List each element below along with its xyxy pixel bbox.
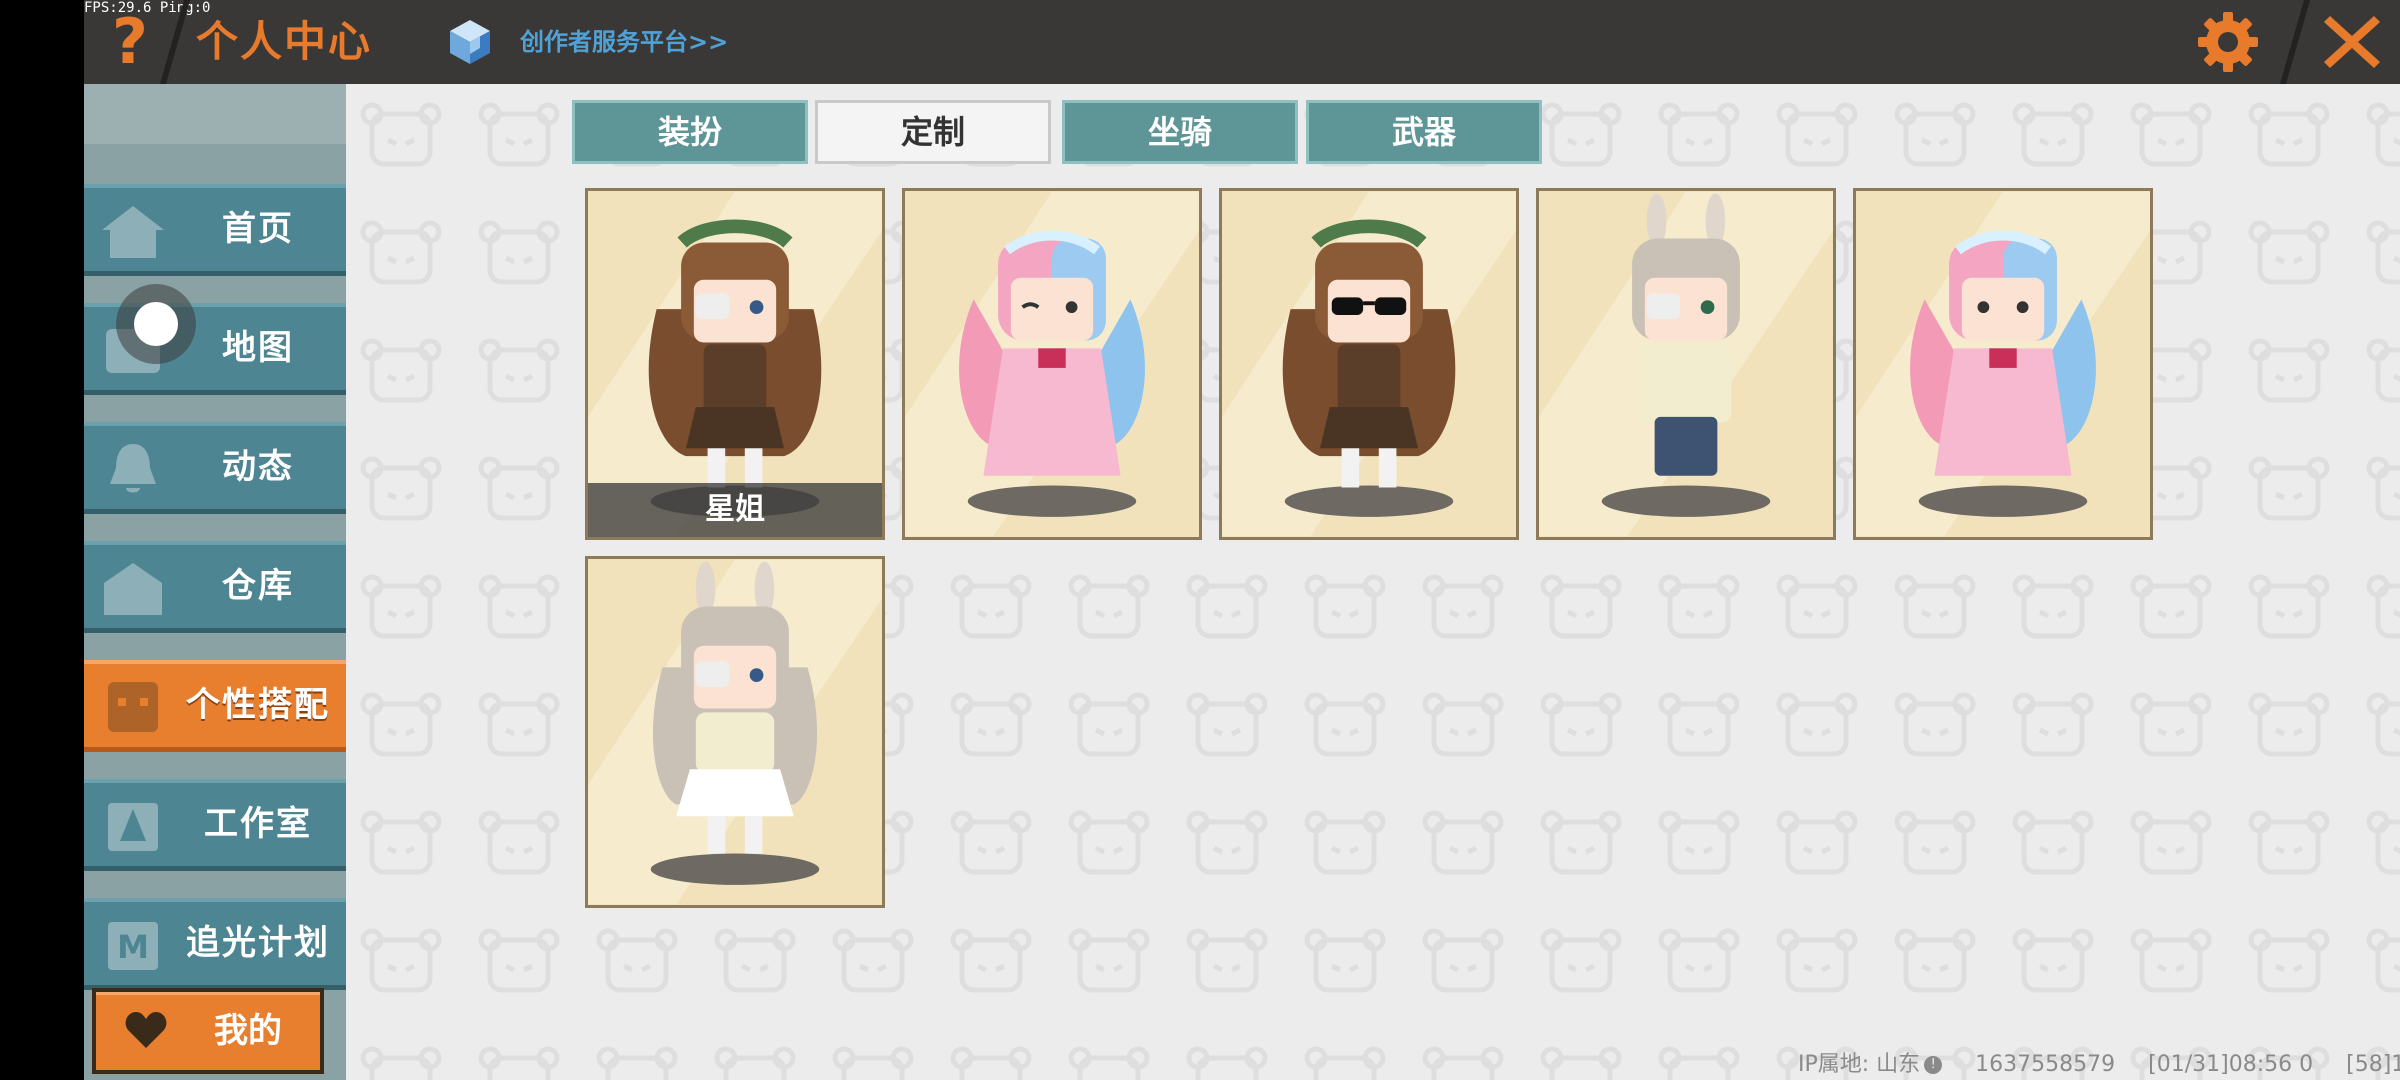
warehouse-icon	[104, 563, 162, 615]
status-footer: IP属地: 山东! 1637558579 [01/31]08:56 0 [58]…	[1798, 1050, 2400, 1080]
sidebar-item-label: 地图	[222, 328, 294, 368]
tab-mount[interactable]: 坐骑	[1062, 100, 1298, 164]
sidebar-item-label: 追光计划	[186, 923, 330, 963]
sidebar-item-outfit[interactable]: 个性搭配	[84, 660, 346, 752]
user-id: 1637558579	[1975, 1052, 2116, 1077]
sidebar-item-spotlight[interactable]: M 追光计划	[84, 898, 346, 990]
sidebar-item-label: 仓库	[222, 566, 294, 606]
sidebar-item-label: 工作室	[204, 804, 312, 844]
sidebar-header	[84, 84, 346, 144]
character-preview	[1282, 219, 1456, 517]
outfit-card[interactable]	[1219, 188, 1519, 540]
mine-label: 我的	[214, 1011, 282, 1051]
sidebar-item-label: 首页	[222, 209, 294, 249]
outfit-card[interactable]	[585, 556, 885, 908]
top-bar	[84, 0, 2400, 84]
mine-button[interactable]: 我的	[92, 988, 324, 1074]
sidebar-item-label: 个性搭配	[186, 685, 330, 725]
character-preview	[959, 230, 1145, 517]
character-preview	[1910, 230, 2096, 517]
svg-text:M: M	[117, 928, 149, 966]
sidebar-item-home[interactable]: 首页	[84, 184, 346, 276]
avatar-icon	[108, 682, 158, 732]
sidebar-item-warehouse[interactable]: 仓库	[84, 541, 346, 633]
page-title: 个人中心	[196, 17, 373, 66]
sidebar-item-feed[interactable]: 动态	[84, 422, 346, 514]
spotlight-icon: M	[108, 922, 158, 970]
question-icon[interactable]: ?	[100, 6, 160, 78]
outfit-name: 星姐	[588, 483, 882, 537]
floating-control-knob	[134, 302, 178, 346]
character-preview	[1601, 193, 1771, 517]
outfit-card[interactable]	[1536, 188, 1836, 540]
gear-icon[interactable]	[2194, 8, 2262, 76]
cube-icon[interactable]	[444, 16, 496, 68]
character-preview	[650, 561, 820, 885]
studio-icon	[108, 803, 158, 851]
close-icon[interactable]	[2318, 8, 2386, 76]
floating-control-button[interactable]	[116, 284, 196, 364]
timestamp: [01/31]08:56 0	[2148, 1052, 2314, 1077]
sidebar-item-studio[interactable]: 工作室	[84, 779, 346, 871]
version: [58]1.23.0	[2346, 1052, 2400, 1077]
ip-location: IP属地: 山东!	[1798, 1052, 1943, 1077]
tab-dressup[interactable]: 装扮	[572, 100, 808, 164]
info-icon[interactable]: !	[1924, 1056, 1943, 1074]
bell-icon	[110, 444, 156, 493]
outfit-card[interactable]	[902, 188, 1202, 540]
tab-weapon[interactable]: 武器	[1306, 100, 1542, 164]
tab-custom[interactable]: 定制	[815, 100, 1051, 164]
outfit-card[interactable]: 星姐	[585, 188, 885, 540]
heart-icon	[125, 1012, 167, 1048]
main-content: 装扮 定制 坐骑 武器 星姐 IP属地: 山东 ! 1637558579 [01…	[346, 84, 2400, 1080]
sidebar-item-label: 动态	[222, 447, 294, 487]
home-icon	[102, 206, 164, 258]
outfit-card[interactable]	[1853, 188, 2153, 540]
creator-platform-link[interactable]: 创作者服务平台>>	[520, 20, 728, 64]
screen-edge	[0, 0, 84, 1080]
sidebar: 首页 地图 动态 仓库 个性搭配 工作室 M 追光计划 我的	[84, 84, 346, 1080]
